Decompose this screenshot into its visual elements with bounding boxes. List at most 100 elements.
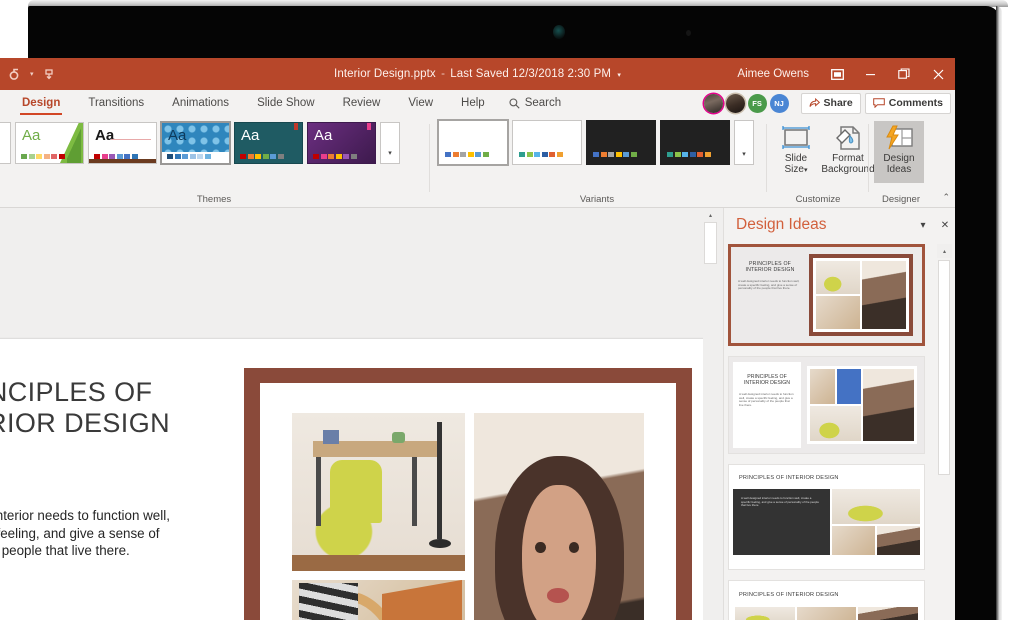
pane-close-icon[interactable]: ✕	[934, 208, 955, 242]
theme-facet[interactable]: Aa	[15, 122, 84, 164]
image-desk-chair[interactable]	[292, 413, 465, 571]
design-idea-3-body: A well designed interior needs to functi…	[741, 497, 820, 508]
design-idea-3-title: PRINCIPLES OF INTERIOR DESIGN	[739, 475, 839, 481]
thumb-image-desk	[810, 406, 861, 441]
group-divider	[766, 124, 767, 192]
theme-swatches	[167, 154, 211, 159]
design-idea-1-collage	[813, 258, 909, 332]
ideas-scroll-thumb[interactable]	[938, 260, 950, 475]
collaborator-avatars: FS NJ	[704, 94, 797, 113]
comments-button[interactable]: Comments	[865, 93, 951, 114]
tab-transitions[interactable]: Transitions	[74, 90, 158, 116]
share-label: Share	[824, 97, 853, 109]
slide-size-icon	[780, 121, 812, 151]
device-right-edge	[996, 6, 1002, 620]
restore-button[interactable]	[887, 58, 921, 90]
slide-editing-pane: PRINCIPLES OF INTERIOR DESIGN A well des…	[0, 208, 718, 620]
thumb-image-portrait	[863, 369, 914, 441]
title-dropdown-icon[interactable]: ▾	[614, 72, 621, 79]
design-idea-3[interactable]: PRINCIPLES OF INTERIOR DESIGN A well des…	[728, 464, 925, 570]
design-idea-2[interactable]: PRINCIPLES OF INTERIOR DESIGN A well des…	[728, 356, 925, 454]
image-staircase[interactable]	[292, 580, 465, 620]
scroll-up-button[interactable]: ▴	[703, 208, 718, 222]
tab-animations[interactable]: Animations	[158, 90, 243, 116]
theme-aa-label: Aa	[22, 128, 40, 143]
ribbon-group-customize: Slide Size▾ Format	[769, 116, 867, 207]
ribbon-tab-strip: Design Transitions Animations Slide Show…	[0, 90, 955, 117]
variant-swatches	[593, 152, 637, 157]
variant-2[interactable]	[512, 120, 582, 165]
thumb-image-desk	[832, 489, 920, 524]
design-ideas-header: Design Ideas ▾ ✕	[724, 208, 955, 242]
avatar-photo-1[interactable]	[704, 94, 723, 113]
title-separator: -	[439, 68, 447, 80]
theme-aa-label: Aa	[241, 128, 259, 143]
avatar-fs[interactable]: FS	[748, 94, 767, 113]
themes-more-button[interactable]: ▾	[380, 122, 400, 164]
window-controls-group: Aimee Owens	[737, 58, 955, 90]
slide-title[interactable]: PRINCIPLES OF INTERIOR DESIGN	[0, 377, 192, 439]
thumb-image-desk	[816, 261, 860, 294]
design-idea-1-text: PRINCIPLES OF INTERIOR DESIGN A well des…	[738, 261, 802, 291]
design-idea-3-band: A well designed interior needs to functi…	[733, 489, 920, 555]
search-box[interactable]: Search	[499, 97, 561, 109]
design-ideas-button[interactable]: Design Ideas	[874, 121, 924, 183]
search-label: Search	[525, 97, 561, 109]
share-button[interactable]: Share	[801, 93, 861, 114]
group-divider	[429, 124, 430, 192]
slide-size-label: Slide Size▾	[785, 153, 808, 176]
theme-berlin[interactable]: Aa	[307, 122, 376, 164]
theme-droplet[interactable]: Aa	[161, 122, 230, 164]
avatar-nj[interactable]: NJ	[770, 94, 789, 113]
thumb-image-portrait	[877, 526, 920, 555]
variant-4[interactable]	[660, 120, 730, 165]
design-ideas-list: PRINCIPLES OF INTERIOR DESIGN A well des…	[728, 244, 940, 620]
variants-gallery: ▾	[438, 120, 754, 165]
thumb-image-portrait	[858, 607, 918, 620]
design-idea-2-preview: PRINCIPLES OF INTERIOR DESIGN A well des…	[729, 357, 924, 453]
last-saved-label: Last Saved	[450, 68, 509, 80]
comment-icon	[873, 98, 885, 108]
variants-more-button[interactable]: ▾	[734, 120, 754, 165]
design-idea-1-left	[816, 261, 860, 329]
ribbon-group-variants: ▾ Variants	[432, 116, 762, 207]
tab-help[interactable]: Help	[447, 90, 499, 116]
tab-slide-show[interactable]: Slide Show	[243, 90, 329, 116]
group-divider	[868, 124, 869, 192]
sensor-icon	[686, 30, 691, 36]
file-name: Interior Design.pptx	[334, 68, 436, 80]
collapse-ribbon-button[interactable]: ⌃	[942, 192, 950, 203]
tab-review[interactable]: Review	[329, 90, 395, 116]
ideas-scroll-up-button[interactable]: ▴	[937, 244, 952, 258]
theme-office[interactable]: Aa	[0, 122, 11, 164]
theme-wisp[interactable]: Aa	[88, 122, 157, 164]
image-portrait[interactable]	[474, 413, 644, 620]
variant-3[interactable]	[586, 120, 656, 165]
tab-design[interactable]: Design	[8, 90, 74, 116]
design-ideas-scrollbar[interactable]: ▴	[937, 244, 951, 616]
design-idea-3-preview: PRINCIPLES OF INTERIOR DESIGN A well des…	[729, 465, 924, 569]
slide-size-button[interactable]: Slide Size▾	[769, 121, 823, 183]
avatar-photo-2[interactable]	[726, 94, 745, 113]
design-idea-1[interactable]: PRINCIPLES OF INTERIOR DESIGN A well des…	[728, 244, 925, 346]
variant-1[interactable]	[438, 120, 508, 165]
title-bar: ▾ Interior Design.pptx - Last Saved 12/3…	[0, 58, 955, 90]
minimize-button[interactable]	[853, 58, 887, 90]
account-name[interactable]: Aimee Owens	[737, 68, 821, 80]
design-ideas-icon	[883, 121, 915, 151]
theme-swatches	[21, 154, 65, 159]
close-button[interactable]	[921, 58, 955, 90]
theme-aa-label: Aa	[314, 128, 332, 143]
slide-body-text[interactable]: A well designed interior needs to functi…	[0, 507, 196, 560]
theme-aa-label: Aa	[95, 128, 114, 143]
theme-quotable[interactable]: Aa	[234, 122, 303, 164]
design-idea-4[interactable]: PRINCIPLES OF INTERIOR DESIGN	[728, 580, 925, 620]
slide-pane-scrollbar[interactable]: ▴	[703, 208, 718, 620]
pane-options-chevron-down-icon[interactable]: ▾	[912, 208, 934, 242]
thumb-image-stairs	[797, 607, 857, 620]
current-slide[interactable]: PRINCIPLES OF INTERIOR DESIGN A well des…	[0, 339, 718, 620]
ribbon-display-options-icon[interactable]	[821, 58, 853, 90]
thumb-image-desk	[735, 607, 795, 620]
tab-view[interactable]: View	[394, 90, 447, 116]
scroll-thumb[interactable]	[704, 222, 717, 264]
